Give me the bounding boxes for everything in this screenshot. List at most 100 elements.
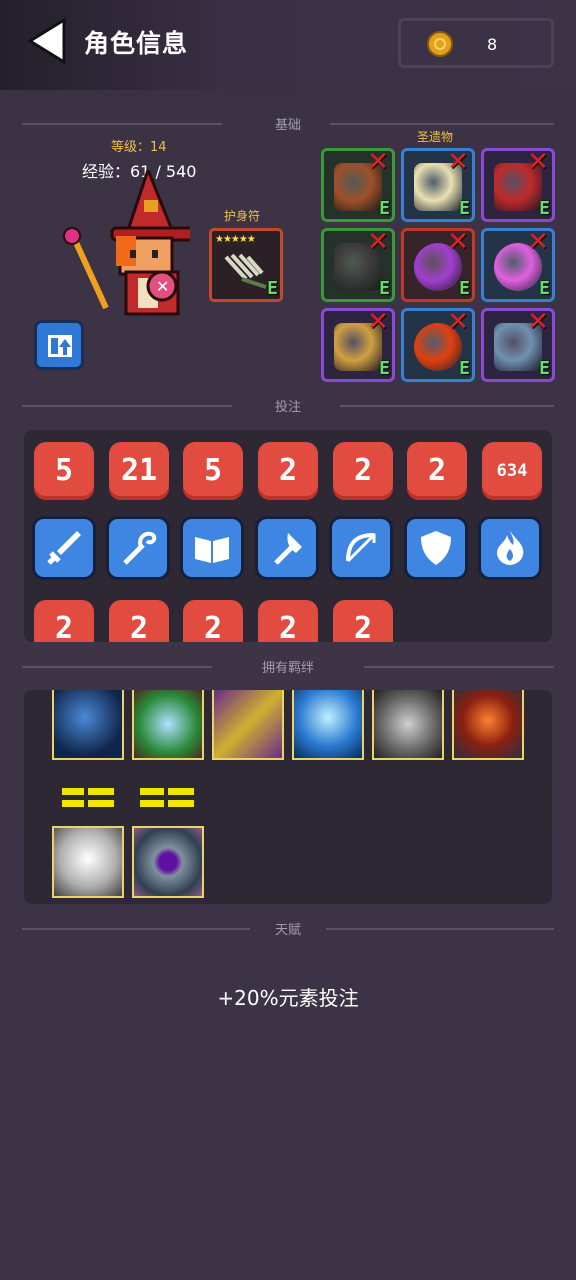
sword-icon <box>47 531 81 565</box>
bond-vortex-slot[interactable] <box>132 826 204 898</box>
character-level: 等级：14 <box>111 140 167 155</box>
remove-mark-icon[interactable]: ✕ <box>367 231 389 257</box>
bet-number-tile[interactable]: 2 <box>183 600 243 642</box>
bond-tier-bar <box>168 788 194 795</box>
bond-tier-bar <box>88 800 114 807</box>
coin-counter: 8 <box>398 18 554 68</box>
remove-mark-icon[interactable]: ✕ <box>527 311 549 337</box>
bet-number-tile[interactable]: 2 <box>333 600 393 642</box>
weapon-book-tile[interactable] <box>180 516 244 580</box>
bets-panel: 5 21 5 2 2 2 634 22222 <box>24 430 552 642</box>
amulet-stars: ★★★★★ <box>215 234 256 245</box>
amulet-slot[interactable]: ★★★★★ E <box>209 228 283 302</box>
section-divider-base: 基础 <box>22 114 554 134</box>
bonds-panel <box>24 690 552 904</box>
relic-grade-badge: E <box>379 278 390 299</box>
bet-number-tile[interactable]: 2 <box>333 442 393 500</box>
remove-mark-icon[interactable]: ✕ <box>447 151 469 177</box>
weapon-fire-tile[interactable] <box>478 516 542 580</box>
bond-mind-icon <box>54 690 122 758</box>
bet-number-tile[interactable]: 21 <box>109 442 169 500</box>
relic-grade-badge: E <box>459 278 470 299</box>
relic-grade-badge: E <box>379 198 390 219</box>
bond-tier-bar <box>168 800 194 807</box>
bond-golden-icon <box>214 690 282 758</box>
bond-mind-slot[interactable] <box>52 690 124 760</box>
amulet-label: 护身符 <box>224 209 261 223</box>
bond-explosion-slot[interactable] <box>452 690 524 760</box>
remove-mark-icon[interactable]: ✕ <box>447 231 469 257</box>
gold-coin-icon <box>427 31 453 57</box>
section-divider-bets: 投注 <box>22 396 554 416</box>
relic-pink-orb-slot[interactable]: ✕ E <box>481 228 555 302</box>
bond-ghost-icon <box>54 828 122 896</box>
relic-purple-orb-slot[interactable]: ✕ E <box>401 228 475 302</box>
bet-number-tile[interactable]: 2 <box>258 442 318 500</box>
bond-nature-icon <box>134 690 202 758</box>
bond-stone-slot[interactable] <box>372 690 444 760</box>
relic-grade-badge: E <box>539 198 550 219</box>
weapon-staff-tile[interactable] <box>106 516 170 580</box>
fire-icon <box>497 531 524 565</box>
relic-wand-slot[interactable]: ✕ E <box>321 308 395 382</box>
bond-golden-slot[interactable] <box>212 690 284 760</box>
coin-count: 8 <box>487 35 498 54</box>
weapon-sword-tile[interactable] <box>32 516 96 580</box>
bond-vortex-icon <box>134 828 202 896</box>
page-title: 角色信息 <box>84 29 189 58</box>
bet-number-tile[interactable]: 2 <box>407 442 467 500</box>
weapon-axe-tile[interactable] <box>255 516 319 580</box>
bond-tier-bar <box>140 788 164 795</box>
relic-goggles-slot[interactable]: ✕ E <box>321 228 395 302</box>
axe-icon <box>274 533 302 565</box>
bow-icon <box>346 533 376 563</box>
remove-mark-icon[interactable]: ✕ <box>447 311 469 337</box>
bet-number-tile[interactable]: 5 <box>183 442 243 500</box>
weapon-shield-tile[interactable] <box>404 516 468 580</box>
remove-mark-icon[interactable]: ✕ <box>527 231 549 257</box>
relic-potion-slot[interactable]: ✕ E <box>481 308 555 382</box>
section-divider-talent: 天赋 <box>22 919 554 939</box>
shield-icon <box>421 531 451 565</box>
codex-button[interactable] <box>34 320 84 370</box>
relic-fire-orb-slot[interactable]: ✕ E <box>401 308 475 382</box>
bond-tier-bar <box>88 788 114 795</box>
section-title-talent: 天赋 <box>274 923 301 938</box>
remove-mark-icon[interactable]: ✕ <box>367 311 389 337</box>
bond-tier-bar <box>62 788 84 795</box>
relics-label: 圣遗物 <box>417 130 454 144</box>
relic-grade-badge: E <box>539 358 550 379</box>
bond-nature-slot[interactable] <box>132 690 204 760</box>
bond-stone-icon <box>374 690 442 758</box>
relic-bread-slot[interactable]: ✕ E <box>401 148 475 222</box>
relic-grade-badge: E <box>459 358 470 379</box>
bet-number-tile[interactable]: 5 <box>34 442 94 500</box>
back-arrow-icon[interactable] <box>24 16 70 66</box>
bet-number-tile[interactable]: 634 <box>482 442 542 500</box>
section-title-base: 基础 <box>274 118 301 133</box>
bond-tier-bar <box>140 800 164 807</box>
bond-ghost-slot[interactable] <box>52 826 124 898</box>
staff-icon <box>123 531 157 565</box>
remove-mark-icon[interactable]: ✕ <box>527 151 549 177</box>
bet-number-tile[interactable]: 2 <box>109 600 169 642</box>
relic-grade-badge: E <box>539 278 550 299</box>
remove-mark-icon[interactable]: ✕ <box>367 151 389 177</box>
bond-explosion-icon <box>454 690 522 758</box>
claw-amulet-icon <box>224 253 267 289</box>
bond-ascend-slot[interactable] <box>292 690 364 760</box>
witch-character-sprite: ✕ <box>63 170 190 316</box>
header-bar: 角色信息 8 <box>0 0 576 90</box>
game-page: 角色信息 8 基础 等级：14 经验：61 / 540 ✕ 护身符 ★★★★★ <box>0 0 576 1280</box>
section-divider-bonds: 拥有羁绊 <box>22 657 554 677</box>
weapon-bow-tile[interactable] <box>329 516 393 580</box>
bet-number-tile[interactable]: 2 <box>258 600 318 642</box>
section-title-bonds: 拥有羁绊 <box>261 661 314 676</box>
book-upgrade-icon <box>48 335 72 357</box>
bet-number-tile[interactable]: 2 <box>34 600 94 642</box>
relic-mushroom-brown-slot[interactable]: ✕ E <box>321 148 395 222</box>
talent-text: +20%元素投注 <box>217 986 359 1010</box>
amulet-grade-badge: E <box>267 278 278 299</box>
relic-grade-badge: E <box>379 358 390 379</box>
relic-mushroom-red-slot[interactable]: ✕ E <box>481 148 555 222</box>
